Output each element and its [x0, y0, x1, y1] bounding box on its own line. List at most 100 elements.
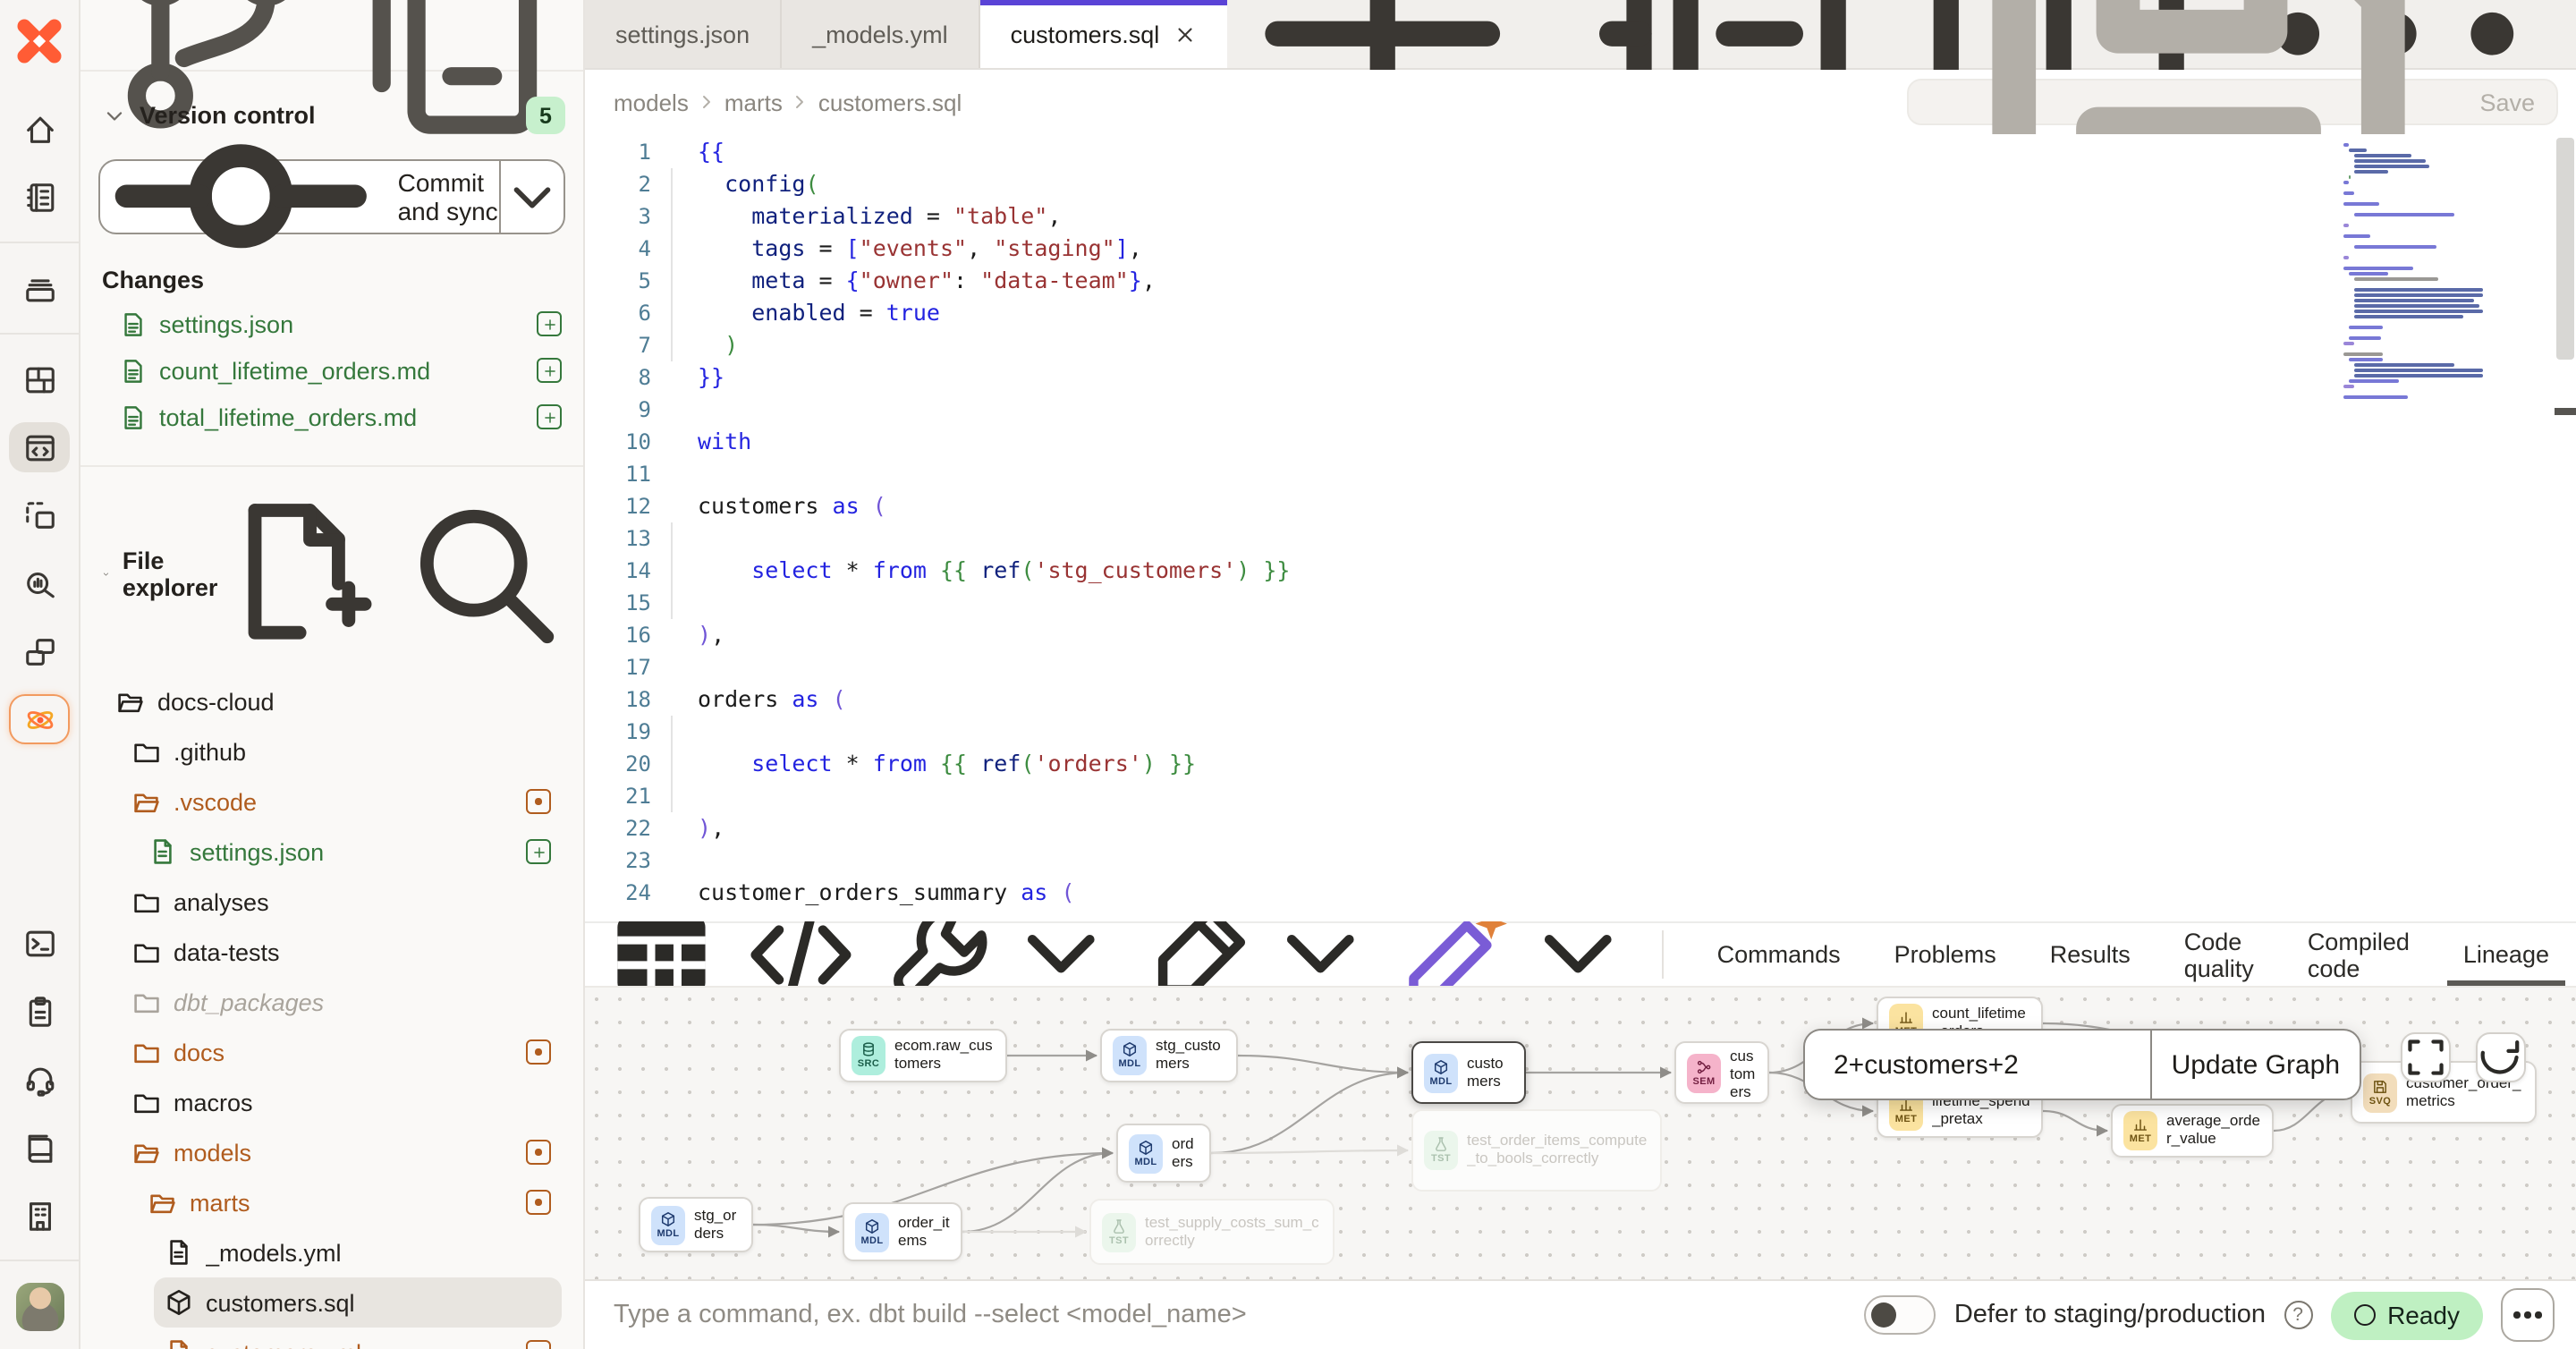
lineage-node-test-order-items-compute-to-bools-correc[interactable]: TSTtest_order_items_compute_to_bools_cor…	[1411, 1109, 1662, 1192]
insights-icon[interactable]	[9, 558, 70, 608]
modified-dot-badge[interactable]	[526, 1340, 551, 1349]
notebook-icon[interactable]	[9, 172, 70, 222]
search-icon[interactable]	[402, 492, 565, 655]
lineage-node-ecom-raw-customers[interactable]: SRCecom.raw_customers	[839, 1029, 1007, 1082]
modified-dot-badge[interactable]	[526, 1039, 551, 1065]
tree-item-macros[interactable]: macros	[80, 1077, 583, 1127]
tab--models-yml[interactable]: _models.yml	[782, 0, 980, 68]
tree-item-models[interactable]: models	[80, 1127, 583, 1177]
code-editor[interactable]: 1{{2 config(3 materialized = "table",4 t…	[585, 134, 2576, 921]
breadcrumb-segment[interactable]: marts	[724, 89, 783, 115]
tree-item-label: customers.yml	[206, 1339, 361, 1349]
compare-icon[interactable]	[9, 626, 70, 676]
code-line: 11	[585, 458, 2576, 490]
file-explorer-header[interactable]: File explorer	[80, 465, 583, 666]
tree-item--github[interactable]: .github	[80, 726, 583, 776]
tree-item--models-yml[interactable]: _models.yml	[80, 1227, 583, 1277]
tree-item--vscode[interactable]: .vscode	[80, 776, 583, 827]
commit-options-caret[interactable]	[499, 161, 564, 233]
panel-tab-commands[interactable]: Commands	[1690, 923, 1868, 986]
help-icon[interactable]: ?	[2284, 1301, 2312, 1329]
lineage-node-stg-customers[interactable]: MDLstg_customers	[1100, 1029, 1238, 1082]
status-ready-pill[interactable]: Ready	[2330, 1291, 2483, 1339]
rail-divider	[0, 1260, 80, 1261]
clipboard-icon[interactable]	[9, 986, 70, 1036]
breadcrumb-segment[interactable]: models	[614, 89, 689, 115]
book-icon[interactable]	[9, 1122, 70, 1172]
tree-item-label: data-tests	[174, 938, 280, 965]
lineage-graph[interactable]: SRCecom.raw_customers MDLstg_customers MDL…	[585, 986, 2576, 1279]
code-editor-icon[interactable]	[9, 422, 70, 472]
panel-tab-label: Problems	[1894, 941, 1996, 968]
flask-icon	[1111, 1217, 1127, 1234]
fullscreen-button[interactable]	[2401, 1032, 2451, 1082]
commit-and-sync-button[interactable]: Commit and sync	[98, 159, 565, 234]
breadcrumb: models marts customers.sql	[614, 89, 962, 115]
tree-item-customers-sql[interactable]: customers.sql	[80, 1277, 583, 1328]
minimap[interactable]	[2343, 143, 2479, 401]
command-input[interactable]	[610, 1299, 1847, 1331]
line-content: select * from {{ ref('orders') }}	[671, 748, 2576, 780]
scrollbar-thumb[interactable]	[2556, 138, 2574, 360]
lineage-search-overlay: 2+customers+2 Update Graph	[1803, 1029, 2361, 1100]
tree-item-analyses[interactable]: analyses	[80, 877, 583, 927]
badge-kind-label: MDL	[860, 1235, 883, 1246]
save-button[interactable]: Save	[1907, 79, 2558, 125]
panel-tab-lineage[interactable]: Lineage	[2436, 923, 2576, 986]
commit-button-label: Commit and sync	[398, 168, 499, 225]
line-number: 12	[585, 490, 671, 522]
close-tab-icon[interactable]	[1174, 22, 1197, 46]
new-file-icon[interactable]	[217, 492, 380, 655]
stage-plus-badge[interactable]	[537, 358, 562, 383]
tree-item-settings-json[interactable]: settings.json	[80, 827, 583, 877]
headset-icon[interactable]	[9, 1054, 70, 1104]
panel-tab-results[interactable]: Results	[2023, 923, 2157, 986]
lineage-node-customers[interactable]: MDLcustomers	[1411, 1041, 1526, 1104]
layout-icon[interactable]	[9, 354, 70, 404]
defer-toggle[interactable]	[1865, 1295, 1936, 1335]
modified-dot-badge[interactable]	[526, 1190, 551, 1215]
home-icon[interactable]	[9, 104, 70, 154]
panel-tab-code-quality[interactable]: Code quality	[2157, 923, 2281, 986]
lineage-node-test-supply-costs-sum-correctly[interactable]: TSTtest_supply_costs_sum_correctly	[1089, 1199, 1335, 1265]
changed-file-row[interactable]: count_lifetime_orders.md	[80, 347, 583, 394]
lineage-node-orders[interactable]: MDLorders	[1116, 1124, 1211, 1183]
lineage-node-order-items[interactable]: MDLorder_items	[843, 1202, 962, 1261]
tree-item-docs-cloud[interactable]: docs-cloud	[80, 676, 583, 726]
breadcrumb-segment[interactable]: customers.sql	[818, 89, 962, 115]
line-number: 7	[585, 329, 671, 361]
stage-plus-badge[interactable]	[537, 311, 562, 336]
panel-tab-compiled-code[interactable]: Compiled code	[2281, 923, 2436, 986]
more-actions-button[interactable]	[2501, 1288, 2555, 1342]
modified-dot-badge[interactable]	[526, 789, 551, 814]
terminal-icon[interactable]	[9, 918, 70, 968]
stage-plus-badge[interactable]	[526, 839, 551, 864]
building-icon[interactable]	[9, 1190, 70, 1240]
lineage-node-stg-orders[interactable]: MDLstg_orders	[639, 1197, 753, 1252]
tab-settings-json[interactable]: settings.json	[585, 0, 782, 68]
tree-item-data-tests[interactable]: data-tests	[80, 927, 583, 977]
refresh-graph-button[interactable]	[2476, 1032, 2526, 1082]
dbt-cloud-ide: matthewshaver-patch-1 Version control 5 …	[0, 0, 2576, 1349]
lineage-search-input[interactable]: 2+customers+2	[1805, 1031, 2150, 1099]
select-window-icon[interactable]	[9, 490, 70, 540]
tree-item-docs[interactable]: docs	[80, 1027, 583, 1077]
rail-divider	[0, 333, 80, 335]
code-line: 20 select * from {{ ref('orders') }}	[585, 748, 2576, 780]
changed-file-row[interactable]: total_lifetime_orders.md	[80, 394, 583, 440]
folder-open-icon	[148, 1188, 177, 1217]
lineage-node-average-order-value[interactable]: METaverage_order_value	[2111, 1104, 2274, 1158]
modified-dot-badge[interactable]	[526, 1140, 551, 1165]
tree-item-customers-yml[interactable]: customers.yml	[80, 1328, 583, 1349]
lineage-node-customers[interactable]: SEMcustomers	[1674, 1041, 1769, 1104]
copilot-icon[interactable]	[9, 694, 70, 744]
drawer-icon[interactable]	[9, 263, 70, 313]
line-number: 9	[585, 394, 671, 426]
tab-customers-sql[interactable]: customers.sql	[980, 0, 1228, 68]
user-avatar[interactable]	[15, 1283, 64, 1331]
tree-item-dbt-packages[interactable]: dbt_packages	[80, 977, 583, 1027]
tree-item-marts[interactable]: marts	[80, 1177, 583, 1227]
update-graph-button[interactable]: Update Graph	[2150, 1031, 2360, 1099]
panel-tab-problems[interactable]: Problems	[1868, 923, 2023, 986]
stage-plus-badge[interactable]	[537, 404, 562, 429]
